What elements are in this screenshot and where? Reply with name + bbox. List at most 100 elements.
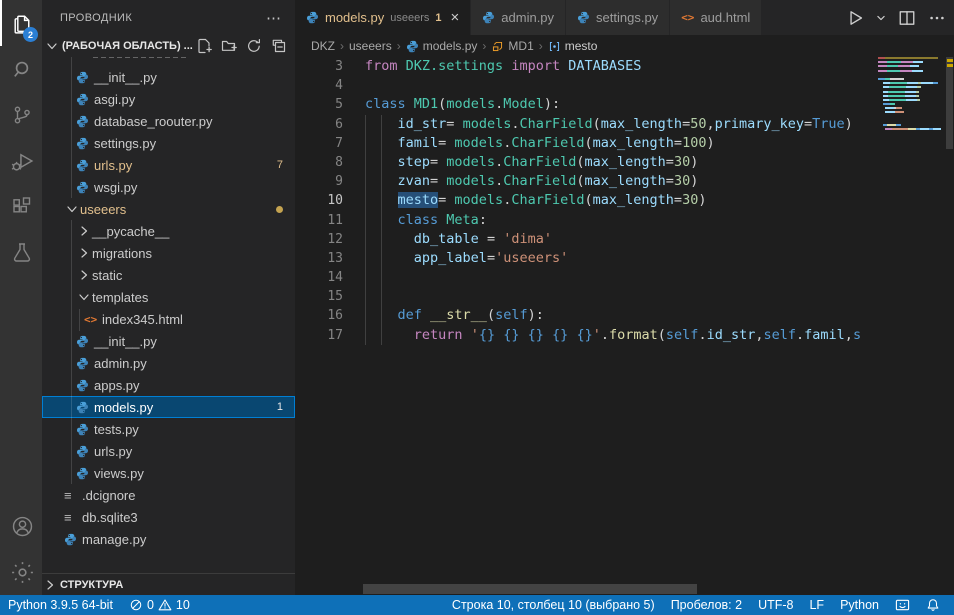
code-line-14[interactable]: 14 — [295, 268, 878, 287]
split-editor-button[interactable] — [898, 9, 916, 27]
tree-item-static[interactable]: static — [42, 264, 295, 286]
activity-source-control-button[interactable] — [0, 92, 42, 138]
activity-settings-button[interactable] — [0, 549, 42, 595]
status-python-version[interactable]: Python 3.9.5 64-bit — [0, 595, 121, 615]
line-number[interactable]: 3 — [295, 57, 343, 76]
run-dropdown-button[interactable] — [876, 13, 886, 23]
new-file-button[interactable] — [196, 38, 212, 54]
code-editor[interactable]: 3from DKZ.settings import DATABASES45 cla… — [295, 57, 954, 595]
code-text: class MD1(models.Model): — [365, 95, 560, 114]
tab-settings-py[interactable]: settings.py — [566, 0, 670, 35]
breadcrumb-dkz[interactable]: DKZ — [311, 39, 335, 53]
python-file-icon — [76, 357, 94, 370]
status-item[interactable]: Строка 10, столбец 10 (выбрано 5) — [444, 595, 663, 615]
line-number[interactable]: 10 — [295, 191, 343, 210]
code-line-12[interactable]: 12 db_table = 'dima' — [295, 230, 878, 249]
close-icon[interactable]: × — [451, 10, 460, 25]
status-item[interactable]: LF — [801, 595, 832, 615]
code-line-11[interactable]: 11 class Meta: — [295, 211, 878, 230]
new-folder-button[interactable] — [221, 38, 237, 54]
tree-item--dcignore[interactable]: ≡.dcignore — [42, 484, 295, 506]
tree-item--init-py[interactable]: __init__.py — [42, 66, 295, 88]
chevron-right-icon — [76, 223, 92, 239]
tree-item-settings-py[interactable]: settings.py — [42, 132, 295, 154]
scrollbar-thumb[interactable] — [946, 57, 953, 149]
outline-section-header[interactable]: СТРУКТУРА — [42, 573, 295, 596]
tree-item-views-py[interactable]: views.py — [42, 462, 295, 484]
line-number[interactable]: 9 — [295, 172, 343, 191]
code-line-7[interactable]: 7 famil= models.CharField(max_length=100… — [295, 134, 878, 153]
tree-item-manage-py[interactable]: manage.py — [42, 528, 295, 550]
tree-item-useeers[interactable]: useeers — [42, 198, 295, 220]
breadcrumb-md1[interactable]: MD1 — [491, 39, 533, 53]
activity-extensions-button[interactable] — [0, 184, 42, 230]
tree-item-migrations[interactable]: migrations — [42, 242, 295, 264]
code-line-4[interactable]: 4 — [295, 76, 878, 95]
code-line-13[interactable]: 13 app_label='useeers' — [295, 249, 878, 268]
line-number[interactable]: 6 — [295, 115, 343, 134]
line-number[interactable]: 8 — [295, 153, 343, 172]
breadcrumb-mesto[interactable]: mesto — [548, 39, 598, 53]
line-number[interactable]: 11 — [295, 211, 343, 230]
breadcrumb-useeers[interactable]: useeers — [349, 39, 392, 53]
line-number[interactable]: 16 — [295, 306, 343, 325]
code-line-10[interactable]: 10 mesto= models.CharField(max_length=30… — [295, 191, 878, 210]
status-problems[interactable]: 010 — [121, 595, 198, 615]
code-line-8[interactable]: 8 step= models.CharField(max_length=30) — [295, 153, 878, 172]
refresh-button[interactable] — [246, 38, 262, 54]
activity-explorer-button[interactable]: 2 — [0, 0, 42, 46]
tree-item-label: apps.py — [94, 378, 140, 393]
code-line-6[interactable]: 6 id_str= models.CharField(max_length=50… — [295, 115, 878, 134]
code-line-5[interactable]: 5 class MD1(models.Model): — [295, 95, 878, 114]
status-item[interactable]: Python — [832, 595, 887, 615]
horizontal-scrollbar[interactable] — [363, 584, 697, 594]
line-number[interactable]: 4 — [295, 76, 343, 95]
status-item[interactable]: Пробелов: 2 — [663, 595, 750, 615]
run-button[interactable] — [846, 9, 864, 27]
line-number[interactable]: 7 — [295, 134, 343, 153]
activity-search-button[interactable] — [0, 46, 42, 92]
tree-item-models-py[interactable]: models.py1 — [42, 396, 295, 418]
line-number[interactable]: 17 — [295, 326, 343, 345]
minimap[interactable] — [878, 57, 945, 132]
tree-item-apps-py[interactable]: apps.py — [42, 374, 295, 396]
line-number[interactable]: 13 — [295, 249, 343, 268]
tab-aud-html[interactable]: <>aud.html — [670, 0, 762, 35]
tree-item-wsgi-py[interactable]: wsgi.py — [42, 176, 295, 198]
workspace-section-header[interactable]: (РАБОЧАЯ ОБЛАСТЬ) ... — [42, 35, 295, 57]
collapse-all-button[interactable] — [271, 38, 287, 54]
tree-item--pycache-[interactable]: __pycache__ — [42, 220, 295, 242]
line-number[interactable]: 15 — [295, 287, 343, 306]
explorer-more-actions-icon[interactable]: ⋯ — [266, 9, 281, 27]
line-number[interactable]: 12 — [295, 230, 343, 249]
status-feedback-button[interactable] — [887, 595, 918, 615]
activity-account-button[interactable] — [0, 503, 42, 549]
tree-item-templates[interactable]: templates — [42, 286, 295, 308]
line-number[interactable]: 5 — [295, 95, 343, 114]
tree-item-db-sqlite3[interactable]: ≡db.sqlite3 — [42, 506, 295, 528]
tab-admin-py[interactable]: admin.py — [471, 0, 566, 35]
vertical-scrollbar[interactable] — [945, 57, 954, 595]
tree-item-urls-py[interactable]: urls.py — [42, 440, 295, 462]
tree-item-asgi-py[interactable]: asgi.py — [42, 88, 295, 110]
more-actions-button[interactable] — [928, 9, 946, 27]
tree-item--init-py[interactable]: __init__.py — [42, 330, 295, 352]
status-bell-button[interactable] — [918, 595, 948, 615]
activity-testing-button[interactable] — [0, 230, 42, 276]
code-line-17[interactable]: 17 return '{} {} {} {} {}'.format(self.i… — [295, 326, 878, 345]
tab-models-py[interactable]: models.pyuseeers1× — [295, 0, 471, 35]
activity-run-debug-button[interactable] — [0, 138, 42, 184]
status-item[interactable]: UTF-8 — [750, 595, 801, 615]
tree-item-database-roouter-py[interactable]: database_roouter.py — [42, 110, 295, 132]
breadcrumb-models-py[interactable]: models.py — [406, 39, 478, 53]
tree-item-urls-py[interactable]: urls.py7 — [42, 154, 295, 176]
code-text: step= models.CharField(max_length=30) — [365, 153, 698, 172]
tree-indent-guide — [71, 52, 72, 198]
code-line-3[interactable]: 3from DKZ.settings import DATABASES — [295, 57, 878, 76]
code-line-16[interactable]: 16 def __str__(self): — [295, 306, 878, 325]
code-line-15[interactable]: 15 — [295, 287, 878, 306]
code-line-9[interactable]: 9 zvan= models.CharField(max_length=30) — [295, 172, 878, 191]
line-number[interactable]: 14 — [295, 268, 343, 287]
tree-item-admin-py[interactable]: admin.py — [42, 352, 295, 374]
tree-item-tests-py[interactable]: tests.py — [42, 418, 295, 440]
